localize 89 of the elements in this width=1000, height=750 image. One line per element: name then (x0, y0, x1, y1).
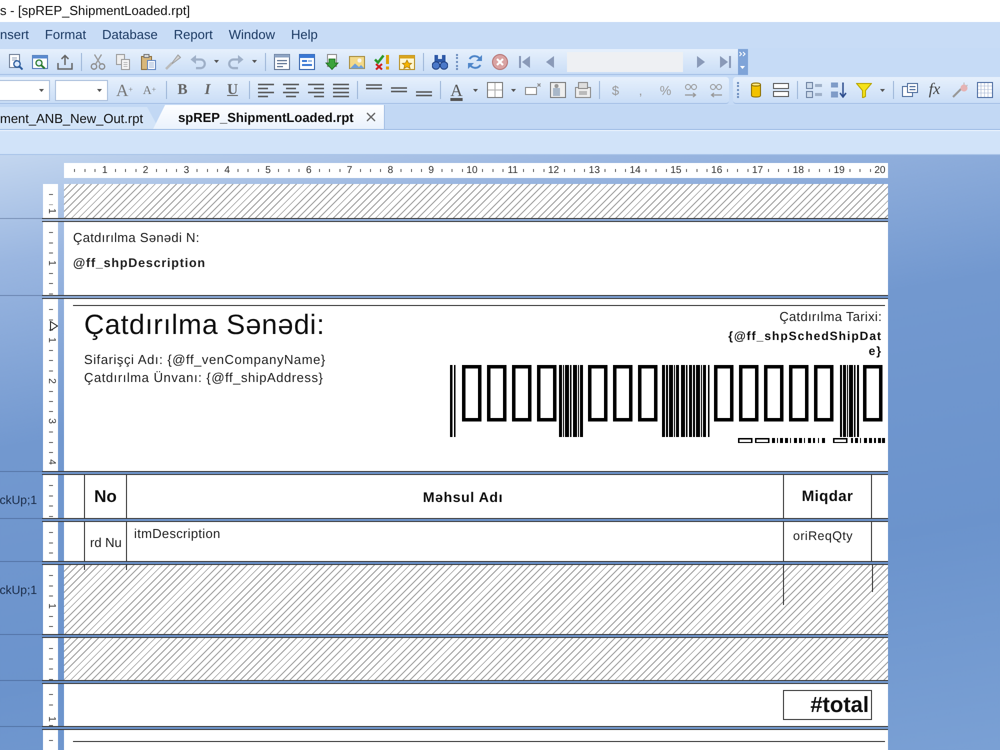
ruler-number: 16 (710, 164, 724, 176)
section-label: ckUp;1 (0, 493, 37, 507)
table-cell: rd Nu (84, 522, 126, 561)
column-header: Miqdar (783, 475, 872, 518)
column-header: Məhsul Adı (126, 475, 783, 518)
framed-box-icon[interactable] (574, 82, 590, 98)
star-folder-icon[interactable] (398, 54, 414, 70)
dropdown-caret-icon[interactable] (252, 60, 257, 63)
dropdown-caret-icon[interactable] (97, 88, 102, 92)
triangle-marker-icon[interactable] (50, 321, 58, 331)
section-label: ckUp;1 (0, 583, 37, 597)
report-title: Çatdırılma Sənədi: (84, 309, 325, 341)
toolbar-overflow-icon[interactable] (738, 48, 748, 74)
dropdown-caret-icon[interactable] (473, 88, 478, 92)
menu-item[interactable]: Report (166, 26, 221, 44)
ruler-number: 3 (182, 164, 190, 176)
ruler-number: 8 (386, 164, 394, 176)
text-box-icon[interactable] (524, 82, 540, 98)
align-left-icon[interactable] (258, 82, 274, 98)
ruler-number: 19 (832, 164, 846, 176)
dropdown-caret-icon[interactable] (39, 88, 44, 92)
menu-item[interactable]: Database (94, 26, 166, 44)
check-cross-icon[interactable] (374, 54, 390, 70)
print-preview-icon[interactable] (6, 54, 22, 70)
justify-icon[interactable] (332, 82, 348, 98)
formula-button[interactable]: fx (922, 79, 947, 101)
formula-field: @ff_shpDescription (73, 255, 206, 271)
ruler-number: 6 (304, 164, 313, 176)
text-object: Çatdırılma Sənədi N: (73, 230, 200, 246)
binoculars-icon[interactable] (432, 54, 448, 70)
menu-item[interactable]: Format (36, 26, 94, 44)
export-icon[interactable] (56, 54, 72, 70)
sort-icon[interactable] (806, 82, 822, 98)
dropdown-caret-icon[interactable] (214, 60, 219, 63)
align-top-icon[interactable] (366, 84, 382, 90)
text-object: Çatdırılma Tarixi: (779, 309, 882, 325)
tab[interactable]: spREP_ShipmentLoaded.rpt (153, 105, 385, 129)
magnifier-window-icon[interactable] (32, 54, 48, 70)
vertical-ruler (43, 730, 58, 750)
total-field: #total (783, 690, 872, 720)
picture-icon[interactable] (348, 54, 364, 70)
table-cell: oriReqQty (783, 522, 872, 561)
border-icon[interactable] (486, 82, 502, 98)
window-icon[interactable] (274, 54, 290, 70)
text-object: Çatdırılma Ünvanı: {@ff_shipAddress} (84, 369, 324, 387)
page-number-field[interactable] (567, 52, 683, 72)
align-middle-icon[interactable] (390, 87, 406, 93)
database-icon[interactable] (750, 82, 760, 98)
ruler-number: 10 (465, 164, 479, 176)
menu-item[interactable]: nsert (0, 26, 37, 44)
italic-button[interactable]: I (195, 79, 220, 101)
window-title: s - [spREP_ShipmentLoaded.rpt] (0, 3, 190, 18)
menu-item[interactable]: Help (283, 26, 326, 44)
bold-button[interactable]: B (170, 79, 195, 101)
formula-field: {@ff_shpSchedShipDate} (725, 329, 882, 359)
sort-ascending-icon[interactable] (830, 82, 846, 98)
cut-icon[interactable] (90, 54, 106, 70)
text-object: Sifarişçi Adı: {@ff_venCompanyName} (84, 351, 326, 369)
grid-icon[interactable] (976, 82, 992, 98)
column-header: No (84, 475, 126, 518)
vertical-ruler (43, 638, 58, 680)
vertical-ruler (43, 522, 58, 561)
ruler-number: 20 (873, 164, 886, 176)
align-center-icon[interactable] (282, 82, 298, 98)
ruler-number: 18 (792, 164, 805, 176)
underline-button[interactable]: U (220, 79, 245, 101)
align-right-icon[interactable] (308, 82, 324, 98)
close-icon[interactable] (366, 112, 376, 122)
dropdown-caret-icon[interactable] (880, 88, 885, 92)
grow-font-button[interactable]: A$^{+}$ (112, 79, 137, 101)
menu-item[interactable]: Window (220, 26, 284, 44)
copy-icon[interactable] (114, 54, 130, 70)
ruler-number: 5 (264, 164, 272, 176)
align-bottom-icon[interactable] (416, 90, 432, 96)
ruler-number: 9 (427, 164, 435, 176)
table-cell: itmDescription (126, 522, 783, 561)
refresh-icon[interactable] (466, 54, 482, 70)
vertical-ruler (43, 475, 58, 518)
framed-picture-icon[interactable] (550, 82, 566, 98)
overlapping-boxes-icon[interactable] (902, 82, 918, 98)
font-color-button[interactable]: A (444, 79, 469, 101)
list-window-icon[interactable] (298, 54, 314, 70)
shrink-font-button[interactable]: A$^{+}$ (137, 79, 162, 101)
dropdown-caret-icon[interactable] (511, 88, 516, 92)
stop-icon[interactable] (492, 54, 508, 70)
section-icon[interactable] (772, 82, 788, 98)
ruler-number: 15 (669, 164, 682, 176)
ruler-number: 13 (588, 164, 601, 176)
paste-icon[interactable] (140, 54, 156, 70)
